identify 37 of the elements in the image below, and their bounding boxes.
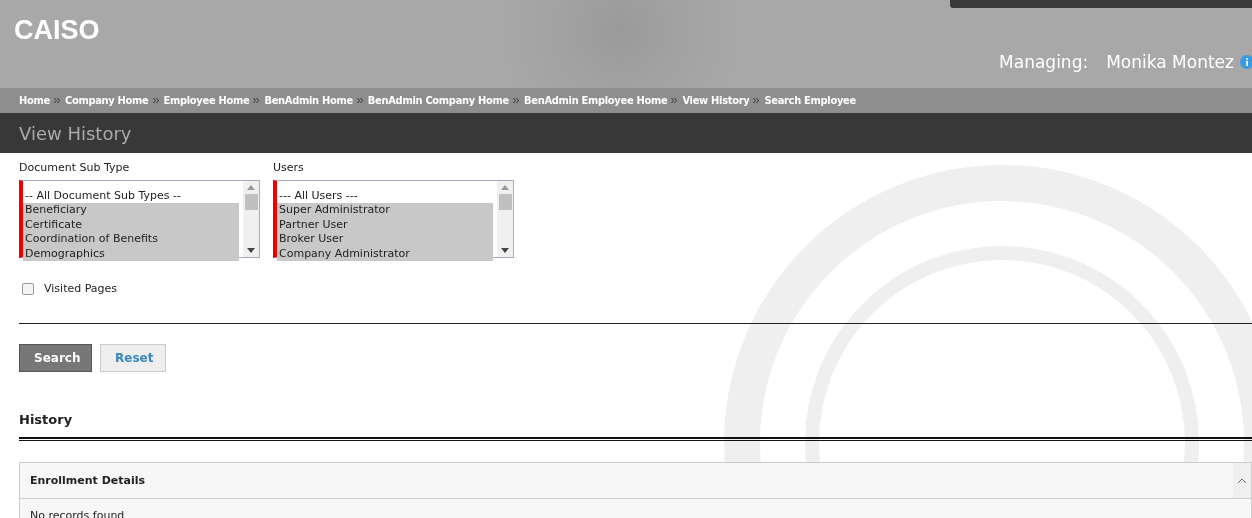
company-logo: CAISO [14,15,100,46]
info-icon[interactable] [1240,55,1252,69]
list-option[interactable]: Broker User [277,232,493,247]
collapse-toggle[interactable] [1233,463,1251,498]
chevron-icon [53,97,61,104]
checkbox-label: Visited Pages [44,282,118,295]
scroll-thumb[interactable] [244,194,258,210]
caret-icon [1237,477,1247,484]
scroll-up-icon[interactable] [501,185,509,190]
scrollbar[interactable] [497,181,513,257]
chevron-icon [356,97,364,104]
list-option[interactable]: --- All Users --- [277,189,493,204]
chevron-icon [253,97,261,104]
list-option[interactable]: Super Administrator [277,203,493,218]
managed-employee-name: Monika Montez [1106,52,1234,72]
scroll-down-icon[interactable] [247,248,255,253]
section-heading: History [19,412,74,427]
list-option[interactable]: Beneficiary [23,203,239,218]
checkbox[interactable] [22,282,34,295]
page-title: View History [19,122,132,144]
scroll-thumb[interactable] [498,194,512,210]
scroll-up-icon[interactable] [247,185,255,190]
chevron-icon [513,97,520,104]
filter-label: Users [273,161,305,174]
filter-label: Document Sub Type [19,161,131,174]
scroll-down-icon[interactable] [501,248,509,253]
multi-select-list[interactable]: --- All Users --- Super Administrator Partner User Broker User Company Administrator [273,180,514,258]
chevron-icon [671,97,679,104]
chevron-icon [152,97,160,104]
scrollbar[interactable] [243,181,259,257]
managing-label: Managing: [999,52,1089,72]
list-option[interactable]: Coordination of Benefits [23,232,239,247]
multi-select-list[interactable]: -- All Document Sub Types -- Beneficiary Certificate Coordination of Benefits Demographics [19,180,260,258]
chevron-icon [753,97,761,104]
panel-title: Enrollment Details [29,474,146,487]
search-button[interactable]: Search [19,344,92,372]
list-option[interactable]: -- All Document Sub Types -- [23,189,239,204]
